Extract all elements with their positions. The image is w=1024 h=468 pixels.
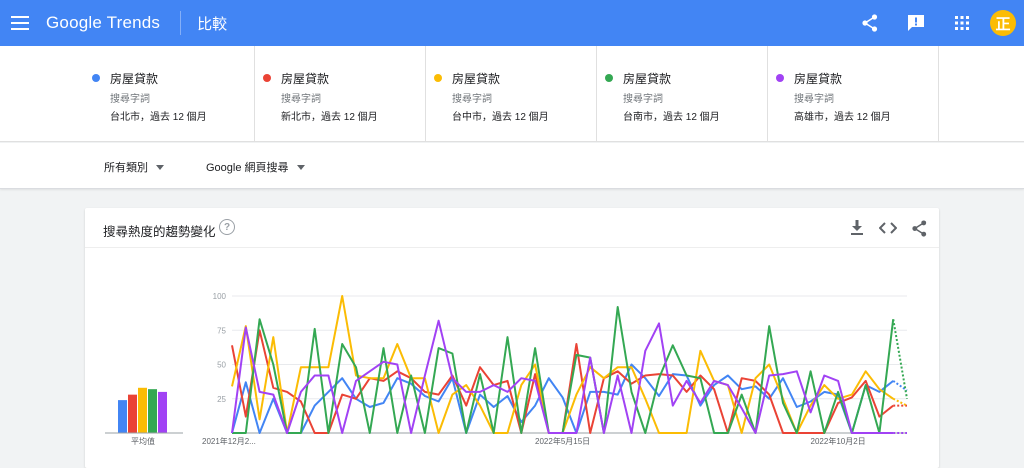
y-tick-label: 100 (213, 292, 227, 301)
category-dropdown[interactable]: 所有類別 (104, 159, 164, 175)
series-color-dot (263, 74, 271, 82)
x-tick-label: 2022年5月15日 (535, 436, 590, 446)
search-type-dropdown[interactable]: Google 網頁搜尋 (206, 159, 305, 175)
download-icon (851, 220, 863, 235)
filter-bar: 所有類別 Google 網頁搜尋 (0, 143, 1024, 189)
y-tick-label: 75 (217, 326, 226, 335)
term-type: 搜尋字詞 (281, 94, 321, 105)
term-type: 搜尋字詞 (623, 94, 663, 105)
term-type: 搜尋字詞 (794, 94, 834, 105)
account-avatar[interactable]: 正 (990, 10, 1016, 36)
menu-button[interactable] (2, 5, 38, 41)
term-region: 新北市，過去 12 個月 (281, 112, 378, 123)
top-app-bar: Google Trends 比較 正 (0, 0, 1024, 46)
download-csv-button[interactable] (845, 217, 869, 239)
help-icon[interactable]: ? (219, 219, 235, 235)
average-label: 平均值 (131, 436, 155, 446)
top-actions: 正 (844, 0, 1016, 46)
term-name: 房屋貸款 (452, 72, 501, 86)
average-bar-4 (158, 391, 167, 433)
embed-button[interactable] (876, 217, 900, 239)
card-title: 搜尋熱度的趨勢變化 (103, 225, 216, 239)
compare-term-tainan[interactable]: 房屋貸款 搜尋字詞 台南市，過去 12 個月 (597, 46, 768, 142)
page-title: 比較 (197, 15, 228, 33)
term-region: 高雄市，過去 12 個月 (794, 112, 891, 123)
term-name: 房屋貸款 (281, 72, 330, 86)
card-actions (838, 217, 931, 239)
feedback-icon (908, 15, 924, 31)
share-button[interactable] (850, 3, 890, 43)
average-bar-3 (148, 389, 157, 433)
header-divider (180, 11, 182, 35)
apps-grid-icon (955, 16, 969, 30)
caret-down-icon (156, 164, 164, 170)
compare-term-new-taipei[interactable]: 房屋貸款 搜尋字詞 新北市，過去 12 個月 (255, 46, 426, 142)
caret-down-icon (296, 164, 305, 170)
code-embed-icon (879, 222, 897, 234)
share-icon (862, 14, 878, 32)
y-tick-label: 50 (217, 361, 226, 370)
apps-button[interactable] (942, 3, 982, 43)
term-name: 房屋貸款 (623, 72, 672, 86)
series-color-dot (92, 74, 100, 82)
interest-over-time-card: 搜尋熱度的趨勢變化 ? 25 50 75 100 2021年12月2... 20… (85, 208, 939, 468)
x-tick-label: 2022年10月2日 (811, 436, 866, 446)
series-partial-segment-2 (892, 397, 908, 407)
term-name: 房屋貸款 (794, 72, 843, 86)
term-region: 台北市，過去 12 個月 (110, 112, 207, 123)
trend-line-chart[interactable]: 25 50 75 100 2021年12月2... 2022年5月15日 2022年10月2… (85, 248, 939, 468)
series-line-3 (232, 306, 895, 434)
compare-term-kaohsiung[interactable]: 房屋貸款 搜尋字詞 高雄市，過去 12 個月 (768, 46, 939, 142)
average-bar-0 (118, 400, 127, 433)
card-header: 搜尋熱度的趨勢變化 ? (85, 208, 939, 248)
term-name: 房屋貸款 (110, 72, 159, 86)
series-color-dot (434, 74, 442, 82)
term-type: 搜尋字詞 (110, 94, 150, 105)
compare-term-taichung[interactable]: 房屋貸款 搜尋字詞 台中市，過去 12 個月 (426, 46, 597, 142)
term-region: 台中市，過去 12 個月 (452, 112, 549, 123)
search-type-dropdown-label: Google 網頁搜尋 (206, 162, 289, 174)
series-color-dot (605, 74, 613, 82)
term-region: 台南市，過去 12 個月 (623, 112, 720, 123)
average-bar-2 (138, 387, 147, 433)
share-icon (911, 219, 926, 237)
average-bar-1 (128, 394, 137, 433)
hamburger-icon (11, 16, 29, 30)
average-bars (105, 387, 183, 434)
series-color-dot (776, 74, 784, 82)
x-tick-label: 2021年12月2... (202, 436, 256, 446)
feedback-button[interactable] (896, 3, 936, 43)
card-share-button[interactable] (907, 217, 931, 239)
y-tick-label: 25 (217, 395, 226, 404)
term-type: 搜尋字詞 (452, 94, 492, 105)
google-trends-logo[interactable]: Google Trends (46, 13, 160, 33)
compare-terms-bar: 房屋貸款 搜尋字詞 台北市，過去 12 個月 房屋貸款 搜尋字詞 新北市，過去 … (0, 46, 1024, 142)
category-dropdown-label: 所有類別 (104, 162, 148, 174)
compare-term-taipei[interactable]: 房屋貸款 搜尋字詞 台北市，過去 12 個月 (84, 46, 255, 142)
